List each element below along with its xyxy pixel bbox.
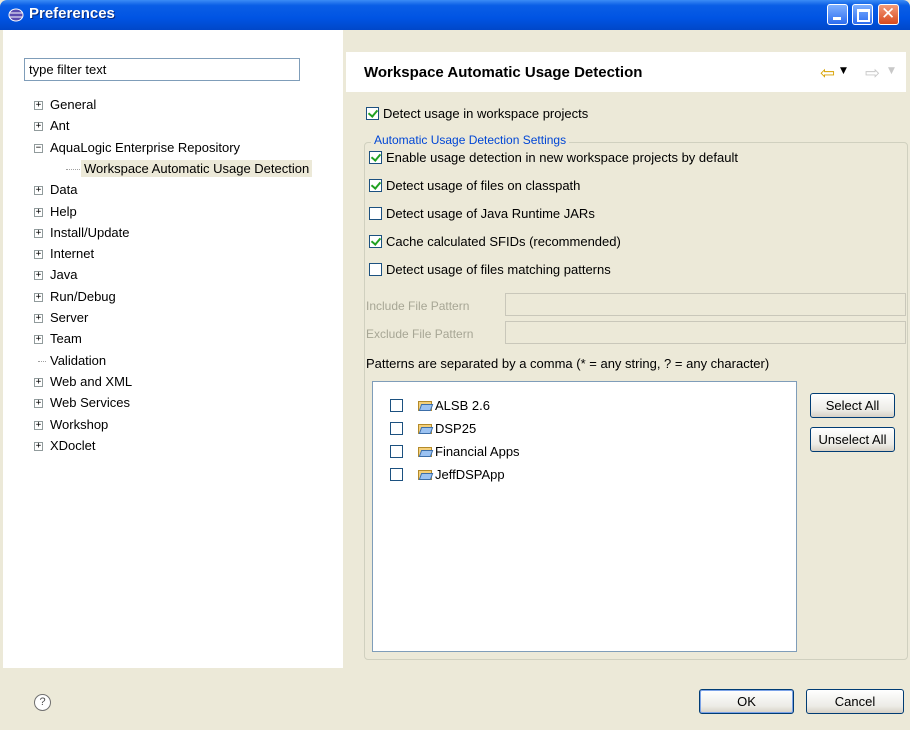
close-icon: ✕ [881,4,896,24]
tree-item-label: Install/Update [50,224,130,240]
filter-input[interactable] [24,58,300,81]
expand-icon[interactable]: + [34,101,43,110]
exclude-pattern-field[interactable] [505,321,906,344]
select-all-button[interactable]: Select All [810,393,895,418]
tree-item-label: XDoclet [50,437,96,453]
checkbox-box[interactable] [369,207,382,220]
expand-icon[interactable]: + [34,314,43,323]
checkbox-label: Enable usage detection in new workspace … [386,150,738,165]
minimize-icon [833,17,841,20]
project-label: JeffDSPApp [435,467,505,482]
checkbox-box[interactable] [369,235,382,248]
open-folder-icon [418,469,434,480]
include-pattern-label: Include File Pattern [366,299,470,313]
tree-item-label: Run/Debug [50,288,116,304]
tree-item-label: Web Services [50,395,130,411]
tree-connector [66,168,80,170]
tree-connector [38,360,46,362]
tree-item-label: Help [50,203,77,219]
checkbox-label: Detect usage of Java Runtime JARs [386,206,595,221]
preferences-window: Preferences ✕ + General + Ant−AquaLogic Ent… [0,0,910,730]
ok-button[interactable]: OK [699,689,794,714]
expand-icon[interactable]: + [34,207,43,217]
close-button[interactable]: ✕ [878,4,899,25]
include-pattern-field[interactable] [505,293,906,316]
maximize-button[interactable] [852,4,873,25]
project-label: ALSB 2.6 [435,398,490,413]
tree-item-label: General [50,97,97,112]
checkbox-box[interactable] [390,445,403,458]
tree-item-label: Internet [50,246,95,262]
expand-icon[interactable]: + [34,292,43,302]
checkbox-box[interactable] [390,399,403,412]
open-folder-icon [418,446,434,457]
tree-item-label: Data [50,182,78,198]
project-label: Financial Apps [435,444,520,459]
maximize-icon [857,9,870,22]
collapse-icon[interactable]: − [34,143,43,153]
app-icon [8,8,24,22]
expand-icon[interactable]: + [34,377,43,387]
title-bar[interactable]: Preferences ✕ [0,0,910,30]
checkbox-label: Detect usage of files on classpath [386,178,581,193]
expand-icon[interactable]: + [34,441,43,451]
checkbox-box[interactable] [390,422,403,435]
checkbox-label: Cache calculated SFIDs (recommended) [386,234,621,249]
cancel-button[interactable]: Cancel [806,689,904,714]
checkbox-box[interactable] [390,468,403,481]
checkbox-box[interactable] [366,107,379,120]
tree-item-label: Ant [50,118,70,134]
unselect-all-button[interactable]: Unselect All [810,427,895,452]
expand-icon[interactable]: + [34,335,43,345]
tree-item-label: Workshop [50,416,109,432]
checkbox-box[interactable] [369,263,382,276]
tree-item-label: Web and XML [50,373,133,389]
expand-icon[interactable]: + [34,250,43,260]
exclude-pattern-label: Exclude File Pattern [366,327,474,341]
expand-icon[interactable]: + [34,186,43,196]
tree-item-label: AquaLogic Enterprise Repository [50,139,241,155]
project-label: DSP25 [435,421,477,436]
checkbox-label: Detect usage in workspace projects [383,106,589,121]
tree-item-label: Workspace Automatic Usage Detection [81,159,313,177]
expand-icon[interactable]: + [34,399,43,409]
checkbox-box[interactable] [369,151,382,164]
tree-item-label: Java [50,267,78,283]
pattern-hint: Patterns are separated by a comma (* = a… [366,356,770,371]
back-dropdown-icon[interactable]: ▼ [840,66,847,76]
window-title: Preferences [29,5,115,22]
minimize-button[interactable] [827,4,848,25]
group-title: Automatic Usage Detection Settings [371,133,570,147]
tree-item-label: Team [50,331,82,347]
expand-icon[interactable]: + [34,420,43,430]
expand-icon[interactable]: + [34,228,43,238]
expand-icon[interactable]: + [34,122,43,132]
open-folder-icon [418,400,434,411]
forward-arrow-icon[interactable]: ⇨ [865,63,880,84]
forward-dropdown-icon[interactable]: ▼ [888,66,895,76]
tree-item-label: Server [50,310,89,325]
help-icon[interactable]: ? [34,694,51,711]
open-folder-icon [418,423,434,434]
tree-item-label: Validation [50,352,107,368]
checkbox-label: Detect usage of files matching patterns [386,262,611,277]
page-title: Workspace Automatic Usage Detection [364,64,643,81]
expand-icon[interactable]: + [34,271,43,281]
back-arrow-icon[interactable]: ⇦ [820,63,835,84]
checkbox-box[interactable] [369,179,382,192]
